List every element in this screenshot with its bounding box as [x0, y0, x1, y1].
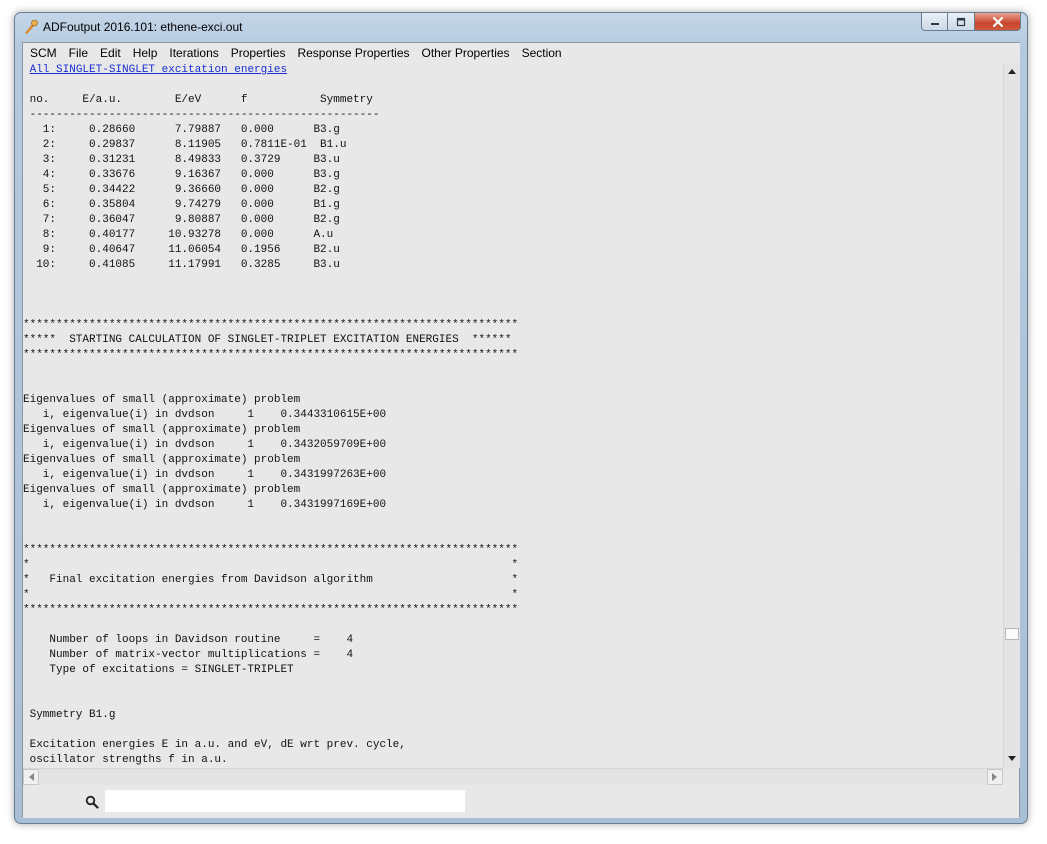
- output-line: 4: 0.33676 9.16367 0.000 B3.g: [23, 169, 340, 181]
- arrow-down-icon: [1008, 756, 1016, 761]
- menu-iterations[interactable]: Iterations: [163, 43, 224, 63]
- menu-edit[interactable]: Edit: [94, 43, 127, 63]
- output-line: Eigenvalues of small (approximate) probl…: [23, 484, 301, 496]
- section-link[interactable]: All SINGLET-SINGLET excitation energies: [30, 64, 287, 76]
- output-line: ----------------------------------------…: [23, 109, 380, 121]
- window-title: ADFoutput 2016.101: ethene-exci.out: [43, 20, 243, 34]
- output-line: 7: 0.36047 9.80887 0.000 B2.g: [23, 214, 340, 226]
- menu-file[interactable]: File: [63, 43, 94, 63]
- output-line: ****************************************…: [23, 544, 519, 556]
- output-line: Symmetry B1.g: [23, 709, 116, 721]
- output-line: 5: 0.34422 9.36660 0.000 B2.g: [23, 184, 340, 196]
- menu-section[interactable]: Section: [516, 43, 568, 63]
- maximize-icon: [956, 17, 966, 26]
- close-icon: [992, 16, 1003, 27]
- output-line: i, eigenvalue(i) in dvdson 1 0.344331061…: [23, 409, 387, 421]
- output-line: oscillator strengths f in a.u.: [23, 754, 228, 766]
- output-line: * *: [23, 559, 519, 571]
- output-line: 2: 0.29837 8.11905 0.7811E-01 B1.u: [23, 139, 347, 151]
- output-line: Type of excitations = SINGLET-TRIPLET: [23, 664, 294, 676]
- scroll-left-button[interactable]: [23, 769, 39, 785]
- output-line: Number of loops in Davidson routine = 4: [23, 634, 354, 646]
- menu-help[interactable]: Help: [127, 43, 164, 63]
- menu-properties[interactable]: Properties: [225, 43, 292, 63]
- output-line: i, eigenvalue(i) in dvdson 1 0.343199716…: [23, 499, 387, 511]
- output-line: * *: [23, 589, 519, 601]
- vertical-scrollbar[interactable]: [1003, 63, 1020, 768]
- output-line: 1: 0.28660 7.79887 0.000 B3.g: [23, 124, 340, 136]
- output-line: Eigenvalues of small (approximate) probl…: [23, 394, 301, 406]
- output-text-area[interactable]: All SINGLET-SINGLET excitation energies …: [23, 63, 1003, 768]
- maximize-button[interactable]: [948, 13, 975, 31]
- scroll-down-button[interactable]: [1004, 751, 1020, 767]
- menu-response-properties[interactable]: Response Properties: [291, 43, 415, 63]
- output-line: Eigenvalues of small (approximate) probl…: [23, 454, 301, 466]
- vertical-scroll-thumb[interactable]: [1005, 628, 1019, 640]
- search-bar: [23, 785, 1019, 818]
- output-line: no. E/a.u. E/eV f Symmetry: [23, 94, 373, 106]
- horizontal-scrollbar[interactable]: [23, 768, 1003, 785]
- output-lines: no. E/a.u. E/eV f Symmetry -------------…: [23, 94, 518, 766]
- menu-scm[interactable]: SCM: [24, 43, 63, 63]
- output-line: 10: 0.41085 11.17991 0.3285 B3.u: [23, 259, 340, 271]
- search-input[interactable]: [105, 790, 465, 812]
- output-line: i, eigenvalue(i) in dvdson 1 0.343205970…: [23, 439, 387, 451]
- arrow-left-icon: [29, 773, 34, 781]
- output-text: All SINGLET-SINGLET excitation energies …: [23, 63, 518, 768]
- arrow-right-icon: [992, 773, 997, 781]
- close-button[interactable]: [975, 13, 1021, 31]
- output-line: 3: 0.31231 8.49833 0.3729 B3.u: [23, 154, 340, 166]
- output-line: 9: 0.40647 11.06054 0.1956 B2.u: [23, 244, 340, 256]
- output-line: i, eigenvalue(i) in dvdson 1 0.343199726…: [23, 469, 387, 481]
- title-bar[interactable]: ADFoutput 2016.101: ethene-exci.out: [15, 13, 1027, 43]
- scroll-right-button[interactable]: [987, 769, 1003, 785]
- output-line: 8: 0.40177 10.93278 0.000 A.u: [23, 229, 334, 241]
- output-line: Eigenvalues of small (approximate) probl…: [23, 424, 301, 436]
- adf-app-icon: [25, 19, 38, 34]
- minimize-button[interactable]: [921, 13, 948, 31]
- output-line: 6: 0.35804 9.74279 0.000 B1.g: [23, 199, 340, 211]
- output-line: ***** STARTING CALCULATION OF SINGLET-TR…: [23, 334, 512, 346]
- output-line: ****************************************…: [23, 319, 519, 331]
- adf-output-window: ADFoutput 2016.101: ethene-exci.out SCM …: [14, 12, 1028, 824]
- menu-other-properties[interactable]: Other Properties: [416, 43, 516, 63]
- arrow-up-icon: [1008, 69, 1016, 74]
- output-line: * Final excitation energies from Davidso…: [23, 574, 519, 586]
- client-area: SCM File Edit Help Iterations Properties…: [22, 42, 1020, 818]
- scroll-up-button[interactable]: [1004, 63, 1020, 79]
- output-line: ****************************************…: [23, 349, 519, 361]
- search-icon: [85, 795, 99, 809]
- menu-bar: SCM File Edit Help Iterations Properties…: [23, 43, 1020, 63]
- minimize-icon: [930, 22, 939, 25]
- output-line: ****************************************…: [23, 604, 519, 616]
- output-line: Excitation energies E in a.u. and eV, dE…: [23, 739, 406, 751]
- output-line: Number of matrix-vector multiplications …: [23, 649, 354, 661]
